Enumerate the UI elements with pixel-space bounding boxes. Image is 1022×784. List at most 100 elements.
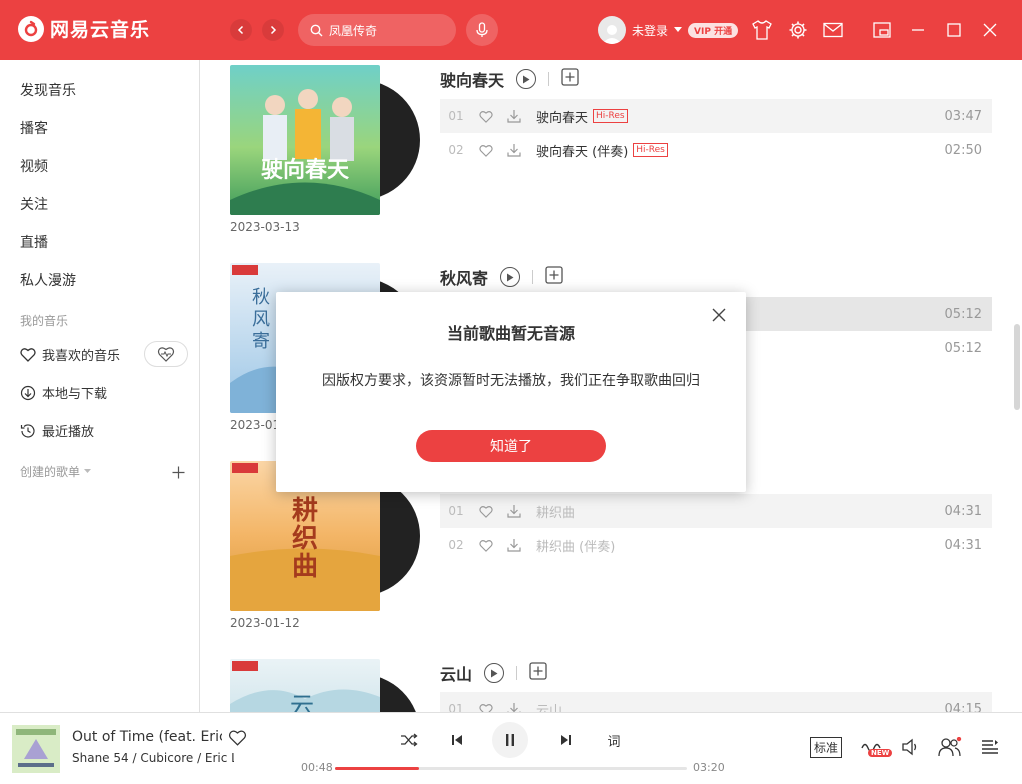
next-button[interactable] bbox=[555, 729, 577, 751]
heartbeat-icon bbox=[157, 347, 175, 362]
album-title[interactable]: 秋风寄 bbox=[440, 265, 488, 289]
sidebar-item-discover[interactable]: 发现音乐 bbox=[20, 80, 76, 100]
sidebar-item-live[interactable]: 直播 bbox=[20, 232, 48, 252]
play-all-button[interactable] bbox=[516, 69, 537, 89]
download-icon bbox=[507, 144, 521, 157]
user-menu[interactable]: 未登录 VIP 开通 bbox=[598, 16, 739, 44]
app-title: 网易云音乐 bbox=[50, 19, 151, 41]
like-song-button[interactable] bbox=[228, 729, 247, 750]
now-playing-title[interactable]: Out of Time (feat. Eric bbox=[72, 729, 222, 745]
sidebar-item-recent[interactable]: 最近播放 bbox=[20, 421, 94, 440]
album-header: 驶向春天 bbox=[440, 67, 579, 91]
track-number: 01 bbox=[448, 504, 464, 518]
settings-button[interactable] bbox=[786, 18, 810, 42]
download-button[interactable] bbox=[500, 109, 528, 123]
skin-button[interactable] bbox=[750, 18, 774, 42]
sidebar-item-liked-music[interactable]: 我喜欢的音乐 bbox=[20, 345, 120, 364]
shuffle-button[interactable] bbox=[398, 729, 420, 751]
created-playlists-label: 创建的歌单 bbox=[20, 465, 81, 479]
track-duration: 04:15 bbox=[944, 701, 982, 713]
shuffle-icon bbox=[401, 733, 418, 747]
album-header: 云山 bbox=[440, 661, 547, 685]
track-duration: 02:50 bbox=[944, 142, 982, 158]
created-playlists-header[interactable]: 创建的歌单 bbox=[20, 463, 92, 480]
track-title[interactable]: 云山 bbox=[536, 700, 562, 713]
previous-button[interactable] bbox=[446, 729, 468, 751]
heartbeat-mode-button[interactable] bbox=[144, 341, 188, 367]
play-all-button[interactable] bbox=[484, 663, 505, 683]
user-name[interactable]: 未登录 bbox=[632, 22, 668, 39]
track-duration: 04:31 bbox=[944, 537, 982, 553]
add-to-playlist-button[interactable] bbox=[545, 266, 563, 288]
avatar[interactable] bbox=[598, 16, 626, 44]
divider bbox=[532, 270, 534, 284]
playlist-queue-button[interactable] bbox=[980, 737, 1000, 757]
vip-badge[interactable]: VIP 开通 bbox=[688, 22, 739, 38]
like-button[interactable] bbox=[472, 539, 500, 552]
pause-button[interactable] bbox=[492, 722, 528, 758]
download-icon bbox=[507, 110, 521, 123]
caret-down-icon bbox=[84, 469, 92, 473]
album-cover[interactable]: 云 bbox=[230, 659, 380, 712]
user-avatar-icon bbox=[602, 25, 622, 44]
forward-button[interactable] bbox=[262, 19, 284, 41]
track-row[interactable]: 01 驶向春天 Hi-Res 03:47 bbox=[440, 99, 992, 133]
sidebar-item-podcast[interactable]: 播客 bbox=[20, 118, 48, 138]
search-input[interactable]: 凤凰传奇 bbox=[298, 14, 456, 46]
mini-mode-button[interactable] bbox=[870, 18, 894, 42]
track-row[interactable]: 01 耕织曲 04:31 bbox=[440, 494, 992, 528]
track-title[interactable]: 耕织曲 bbox=[536, 502, 575, 521]
download-button[interactable] bbox=[500, 538, 528, 552]
download-button[interactable] bbox=[500, 143, 528, 157]
add-to-playlist-button[interactable] bbox=[561, 68, 579, 90]
album-title[interactable]: 云山 bbox=[440, 661, 472, 685]
track-row[interactable]: 02 耕织曲 (伴奏) 04:31 bbox=[440, 528, 992, 562]
sidebar-item-video[interactable]: 视频 bbox=[20, 156, 48, 176]
acknowledge-button[interactable]: 知道了 bbox=[416, 430, 606, 462]
track-row[interactable]: 01 云山 04:15 bbox=[440, 692, 992, 712]
lyrics-button[interactable]: 词 bbox=[603, 729, 625, 751]
track-row[interactable]: 02 驶向春天 (伴奏) Hi-Res 02:50 bbox=[440, 133, 992, 167]
track-title[interactable]: 耕织曲 (伴奏) bbox=[536, 536, 615, 555]
album-cover[interactable]: 驶向春天 bbox=[230, 65, 380, 215]
close-window-button[interactable] bbox=[978, 18, 1002, 42]
volume-button[interactable] bbox=[900, 737, 920, 757]
now-playing-artist[interactable]: Shane 54 / Cubicore / Eric L bbox=[72, 751, 234, 765]
voice-search-button[interactable] bbox=[466, 14, 498, 46]
app-logo[interactable]: 网易云音乐 bbox=[18, 15, 150, 42]
download-button[interactable] bbox=[500, 702, 528, 712]
like-button[interactable] bbox=[472, 144, 500, 157]
like-button[interactable] bbox=[472, 505, 500, 518]
sidebar-item-private-fm[interactable]: 私人漫游 bbox=[20, 270, 76, 290]
play-all-button[interactable] bbox=[500, 267, 521, 287]
search-placeholder: 凤凰传奇 bbox=[329, 23, 378, 38]
elapsed-time: 00:48 bbox=[301, 761, 333, 774]
album-title[interactable]: 驶向春天 bbox=[440, 67, 504, 91]
now-playing-cover[interactable] bbox=[12, 725, 60, 773]
sound-effect-button[interactable]: NEW bbox=[856, 737, 893, 759]
caret-down-icon[interactable] bbox=[674, 27, 683, 33]
messages-button[interactable] bbox=[821, 18, 845, 42]
heart-icon bbox=[479, 539, 493, 552]
minimize-button[interactable] bbox=[906, 18, 930, 42]
sidebar-item-follow[interactable]: 关注 bbox=[20, 194, 48, 214]
like-button[interactable] bbox=[472, 110, 500, 123]
add-playlist-button[interactable] bbox=[172, 464, 185, 483]
svg-text:驶向春天: 驶向春天 bbox=[261, 157, 350, 183]
heart-icon bbox=[228, 730, 247, 746]
listen-together-button[interactable] bbox=[938, 737, 962, 757]
progress-bar[interactable] bbox=[335, 767, 687, 770]
quality-button[interactable]: 标准 bbox=[810, 737, 843, 758]
sidebar-item-local-download[interactable]: 本地与下载 bbox=[20, 383, 107, 402]
track-duration: 04:31 bbox=[944, 503, 982, 519]
add-to-playlist-button[interactable] bbox=[529, 662, 547, 684]
track-title[interactable]: 驶向春天 Hi-Res bbox=[536, 107, 628, 126]
download-button[interactable] bbox=[500, 504, 528, 518]
maximize-button[interactable] bbox=[942, 18, 966, 42]
svg-text:云: 云 bbox=[290, 692, 314, 712]
track-title[interactable]: 驶向春天 (伴奏) Hi-Res bbox=[536, 141, 668, 160]
pause-icon bbox=[506, 734, 514, 746]
back-button[interactable] bbox=[230, 19, 252, 41]
like-button[interactable] bbox=[472, 703, 500, 712]
scrollbar-thumb[interactable] bbox=[1014, 324, 1020, 410]
